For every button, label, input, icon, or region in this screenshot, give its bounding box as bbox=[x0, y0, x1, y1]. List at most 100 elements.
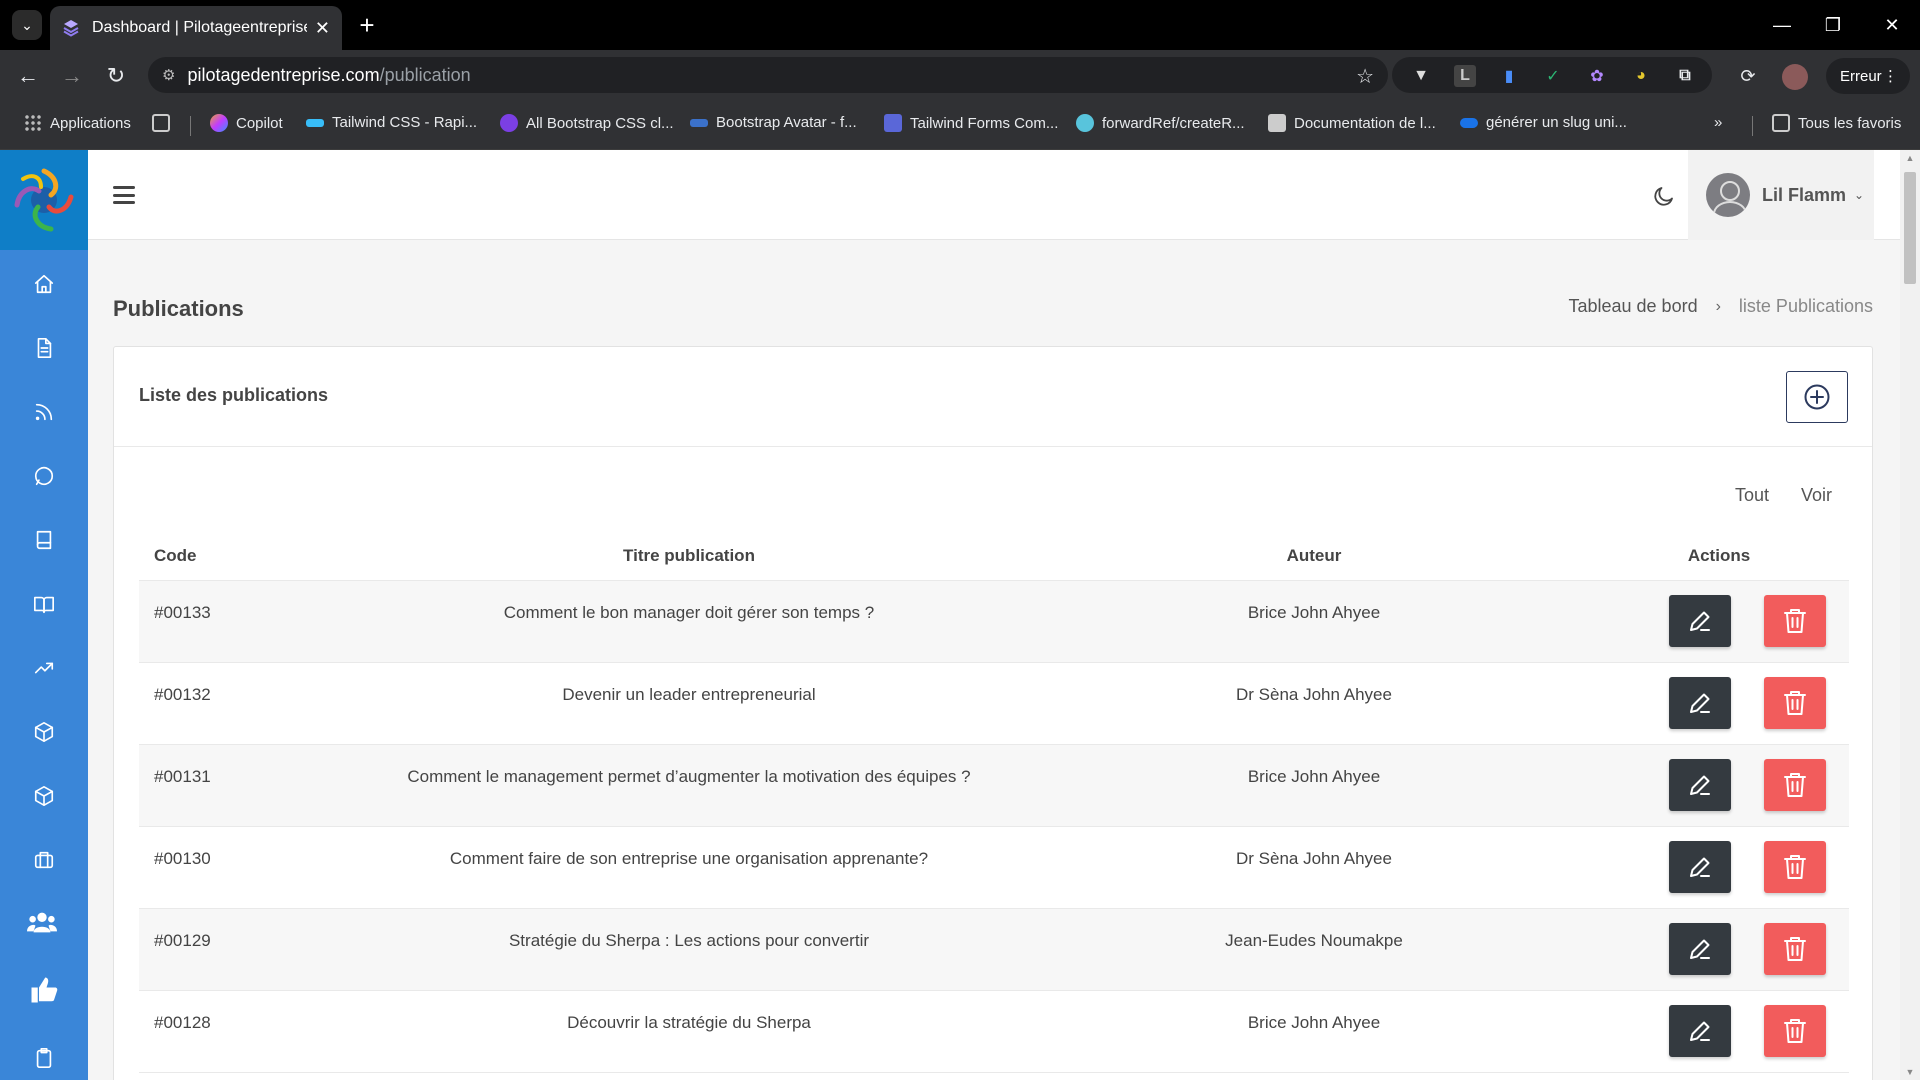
url-path: /publication bbox=[379, 64, 471, 85]
trash-icon bbox=[1784, 691, 1806, 715]
edit-button[interactable] bbox=[1669, 923, 1731, 975]
trash-icon bbox=[1784, 1019, 1806, 1043]
edit-button[interactable] bbox=[1669, 677, 1731, 729]
bookmark-copilot[interactable]: Copilot bbox=[210, 114, 283, 132]
book-icon bbox=[36, 530, 52, 550]
gear-extension-icon[interactable]: ✿ bbox=[1586, 65, 1608, 87]
minimize-icon[interactable]: — bbox=[1762, 10, 1802, 40]
logo[interactable] bbox=[0, 150, 88, 250]
sidebar-item-reports[interactable] bbox=[28, 1042, 60, 1074]
color-extension-icon[interactable]: ◕ bbox=[1630, 65, 1652, 87]
check-extension-icon[interactable]: ✓ bbox=[1542, 65, 1564, 87]
bookmark-documentation[interactable]: Documentation de l... bbox=[1268, 114, 1436, 132]
bookmark-bootstrap-css[interactable]: All Bootstrap CSS cl... bbox=[500, 114, 674, 132]
row-title: Découvrir la stratégie du Sherpa bbox=[567, 1013, 811, 1032]
l-extension-icon[interactable]: L bbox=[1454, 65, 1476, 87]
address-bar[interactable]: ⚙ pilotagedentreprise.com/publication ☆ bbox=[148, 57, 1388, 93]
more-bookmarks-icon[interactable]: » bbox=[1714, 114, 1722, 131]
edit-button[interactable] bbox=[1669, 841, 1731, 893]
dark-mode-toggle[interactable] bbox=[1648, 180, 1680, 212]
row-code: #00132 bbox=[154, 685, 211, 704]
bookmark-bootstrap-avatar[interactable]: Bootstrap Avatar - f... bbox=[690, 114, 857, 131]
new-tab-button[interactable]: + bbox=[352, 10, 382, 40]
row-author: Brice John Ahyee bbox=[1247, 603, 1381, 622]
sidebar-item-stats[interactable] bbox=[28, 652, 60, 684]
performance-icon[interactable]: ⟳ bbox=[1736, 64, 1760, 88]
delete-button[interactable] bbox=[1764, 759, 1826, 811]
package-icon bbox=[34, 722, 54, 742]
delete-button[interactable] bbox=[1764, 923, 1826, 975]
close-tab-icon[interactable]: ✕ bbox=[315, 18, 330, 39]
rss-icon bbox=[35, 403, 53, 421]
row-title: Devenir un leader entrepreneurial bbox=[562, 685, 816, 704]
add-publication-button[interactable] bbox=[1786, 371, 1848, 423]
bookmark-label: générer un slug uni... bbox=[1486, 114, 1627, 131]
bookmark-label: Tailwind Forms Com... bbox=[910, 114, 1059, 132]
sidebar-item-feed[interactable] bbox=[28, 396, 60, 428]
sidebar-item-home[interactable] bbox=[28, 268, 60, 300]
edit-button[interactable] bbox=[1669, 595, 1731, 647]
extensions-puzzle-icon[interactable]: ⧉ bbox=[1674, 65, 1696, 87]
page-scrollbar[interactable]: ▲ ▼ bbox=[1900, 150, 1920, 1080]
bookmark-forwardref[interactable]: forwardRef/createR... bbox=[1076, 114, 1245, 132]
toggle-view-button[interactable]: Voir bbox=[1801, 485, 1832, 506]
all-bookmarks[interactable]: Tous les favoris bbox=[1772, 114, 1901, 132]
browser-tab[interactable]: Dashboard | Pilotageentreprise ✕ bbox=[50, 6, 342, 50]
app-header: Lil Flamm ⌄ bbox=[88, 150, 1900, 240]
sidebar-item-likes[interactable] bbox=[28, 974, 60, 1006]
menu-toggle-icon[interactable] bbox=[110, 182, 138, 208]
vue-devtools-extension-icon[interactable]: ▼ bbox=[1410, 65, 1432, 87]
sidebar-item-publications[interactable] bbox=[28, 524, 60, 556]
sidebar-item-products[interactable] bbox=[28, 716, 60, 748]
window-close-icon[interactable]: ✕ bbox=[1872, 10, 1912, 40]
all-bookmarks-label: Tous les favoris bbox=[1798, 114, 1902, 132]
tab-search-button[interactable]: ⌄ bbox=[12, 10, 42, 40]
edit-button[interactable] bbox=[1669, 759, 1731, 811]
sidebar-item-messages[interactable] bbox=[28, 460, 60, 492]
url-host: pilotagedentreprise.com bbox=[187, 64, 380, 85]
table-row: #00132 Devenir un leader entrepreneurial… bbox=[139, 663, 1849, 745]
scroll-down-icon[interactable]: ▼ bbox=[1900, 1064, 1920, 1080]
forward-icon[interactable]: → bbox=[56, 60, 88, 92]
profile-error-button[interactable]: Erreur ⋮ bbox=[1826, 58, 1910, 94]
bookmark-tailwind-forms[interactable]: Tailwind Forms Com... bbox=[884, 114, 1058, 132]
browser-menu-icon[interactable]: ⋮ bbox=[1883, 67, 1898, 85]
row-code: #00130 bbox=[154, 849, 211, 868]
apps-grid-icon bbox=[24, 114, 42, 132]
tab-groups-icon[interactable] bbox=[152, 114, 178, 132]
delete-button[interactable] bbox=[1764, 841, 1826, 893]
delete-button[interactable] bbox=[1764, 1005, 1826, 1057]
delete-button[interactable] bbox=[1764, 595, 1826, 647]
docs-extension-icon[interactable]: ▮ bbox=[1498, 65, 1520, 87]
briefcase-icon bbox=[34, 851, 54, 869]
bookmark-label: Bootstrap Avatar - f... bbox=[716, 114, 857, 131]
chat-icon bbox=[34, 466, 54, 486]
sidebar-item-business[interactable] bbox=[28, 844, 60, 876]
bookmark-star-icon[interactable]: ☆ bbox=[1356, 64, 1374, 89]
edit-button[interactable] bbox=[1669, 1005, 1731, 1057]
sidebar-item-inventory[interactable] bbox=[28, 780, 60, 812]
toggle-all-button[interactable]: Tout bbox=[1735, 485, 1769, 506]
site-info-icon[interactable]: ⚙ bbox=[162, 66, 175, 84]
row-title: Comment le bon manager doit gérer son te… bbox=[503, 603, 875, 622]
bookmark-applications[interactable]: Applications bbox=[24, 114, 131, 132]
bookmarks-bar: Applications Copilot Tailwind CSS - Rapi… bbox=[0, 100, 1920, 150]
sidebar-item-documents[interactable] bbox=[28, 332, 60, 364]
pencil-icon bbox=[1690, 611, 1710, 631]
user-menu[interactable]: Lil Flamm ⌄ bbox=[1688, 150, 1874, 240]
profile-avatar[interactable] bbox=[1782, 64, 1808, 90]
delete-button[interactable] bbox=[1764, 677, 1826, 729]
restore-icon[interactable]: ❐ bbox=[1813, 10, 1853, 40]
sidebar-item-users[interactable] bbox=[26, 906, 58, 938]
react-icon bbox=[1076, 114, 1094, 132]
grid-icon bbox=[152, 114, 170, 132]
bookmark-slug[interactable]: générer un slug uni... bbox=[1460, 114, 1627, 131]
back-icon[interactable]: ← bbox=[12, 60, 44, 92]
breadcrumb-home-link[interactable]: Tableau de bord bbox=[1568, 296, 1697, 317]
scroll-up-icon[interactable]: ▲ bbox=[1900, 150, 1920, 166]
reload-icon[interactable]: ↻ bbox=[100, 60, 132, 92]
sidebar-item-library[interactable] bbox=[28, 588, 60, 620]
scroll-thumb[interactable] bbox=[1904, 172, 1916, 284]
clipboard-icon bbox=[36, 1048, 52, 1068]
bookmark-tailwind-css[interactable]: Tailwind CSS - Rapi... bbox=[306, 114, 477, 131]
